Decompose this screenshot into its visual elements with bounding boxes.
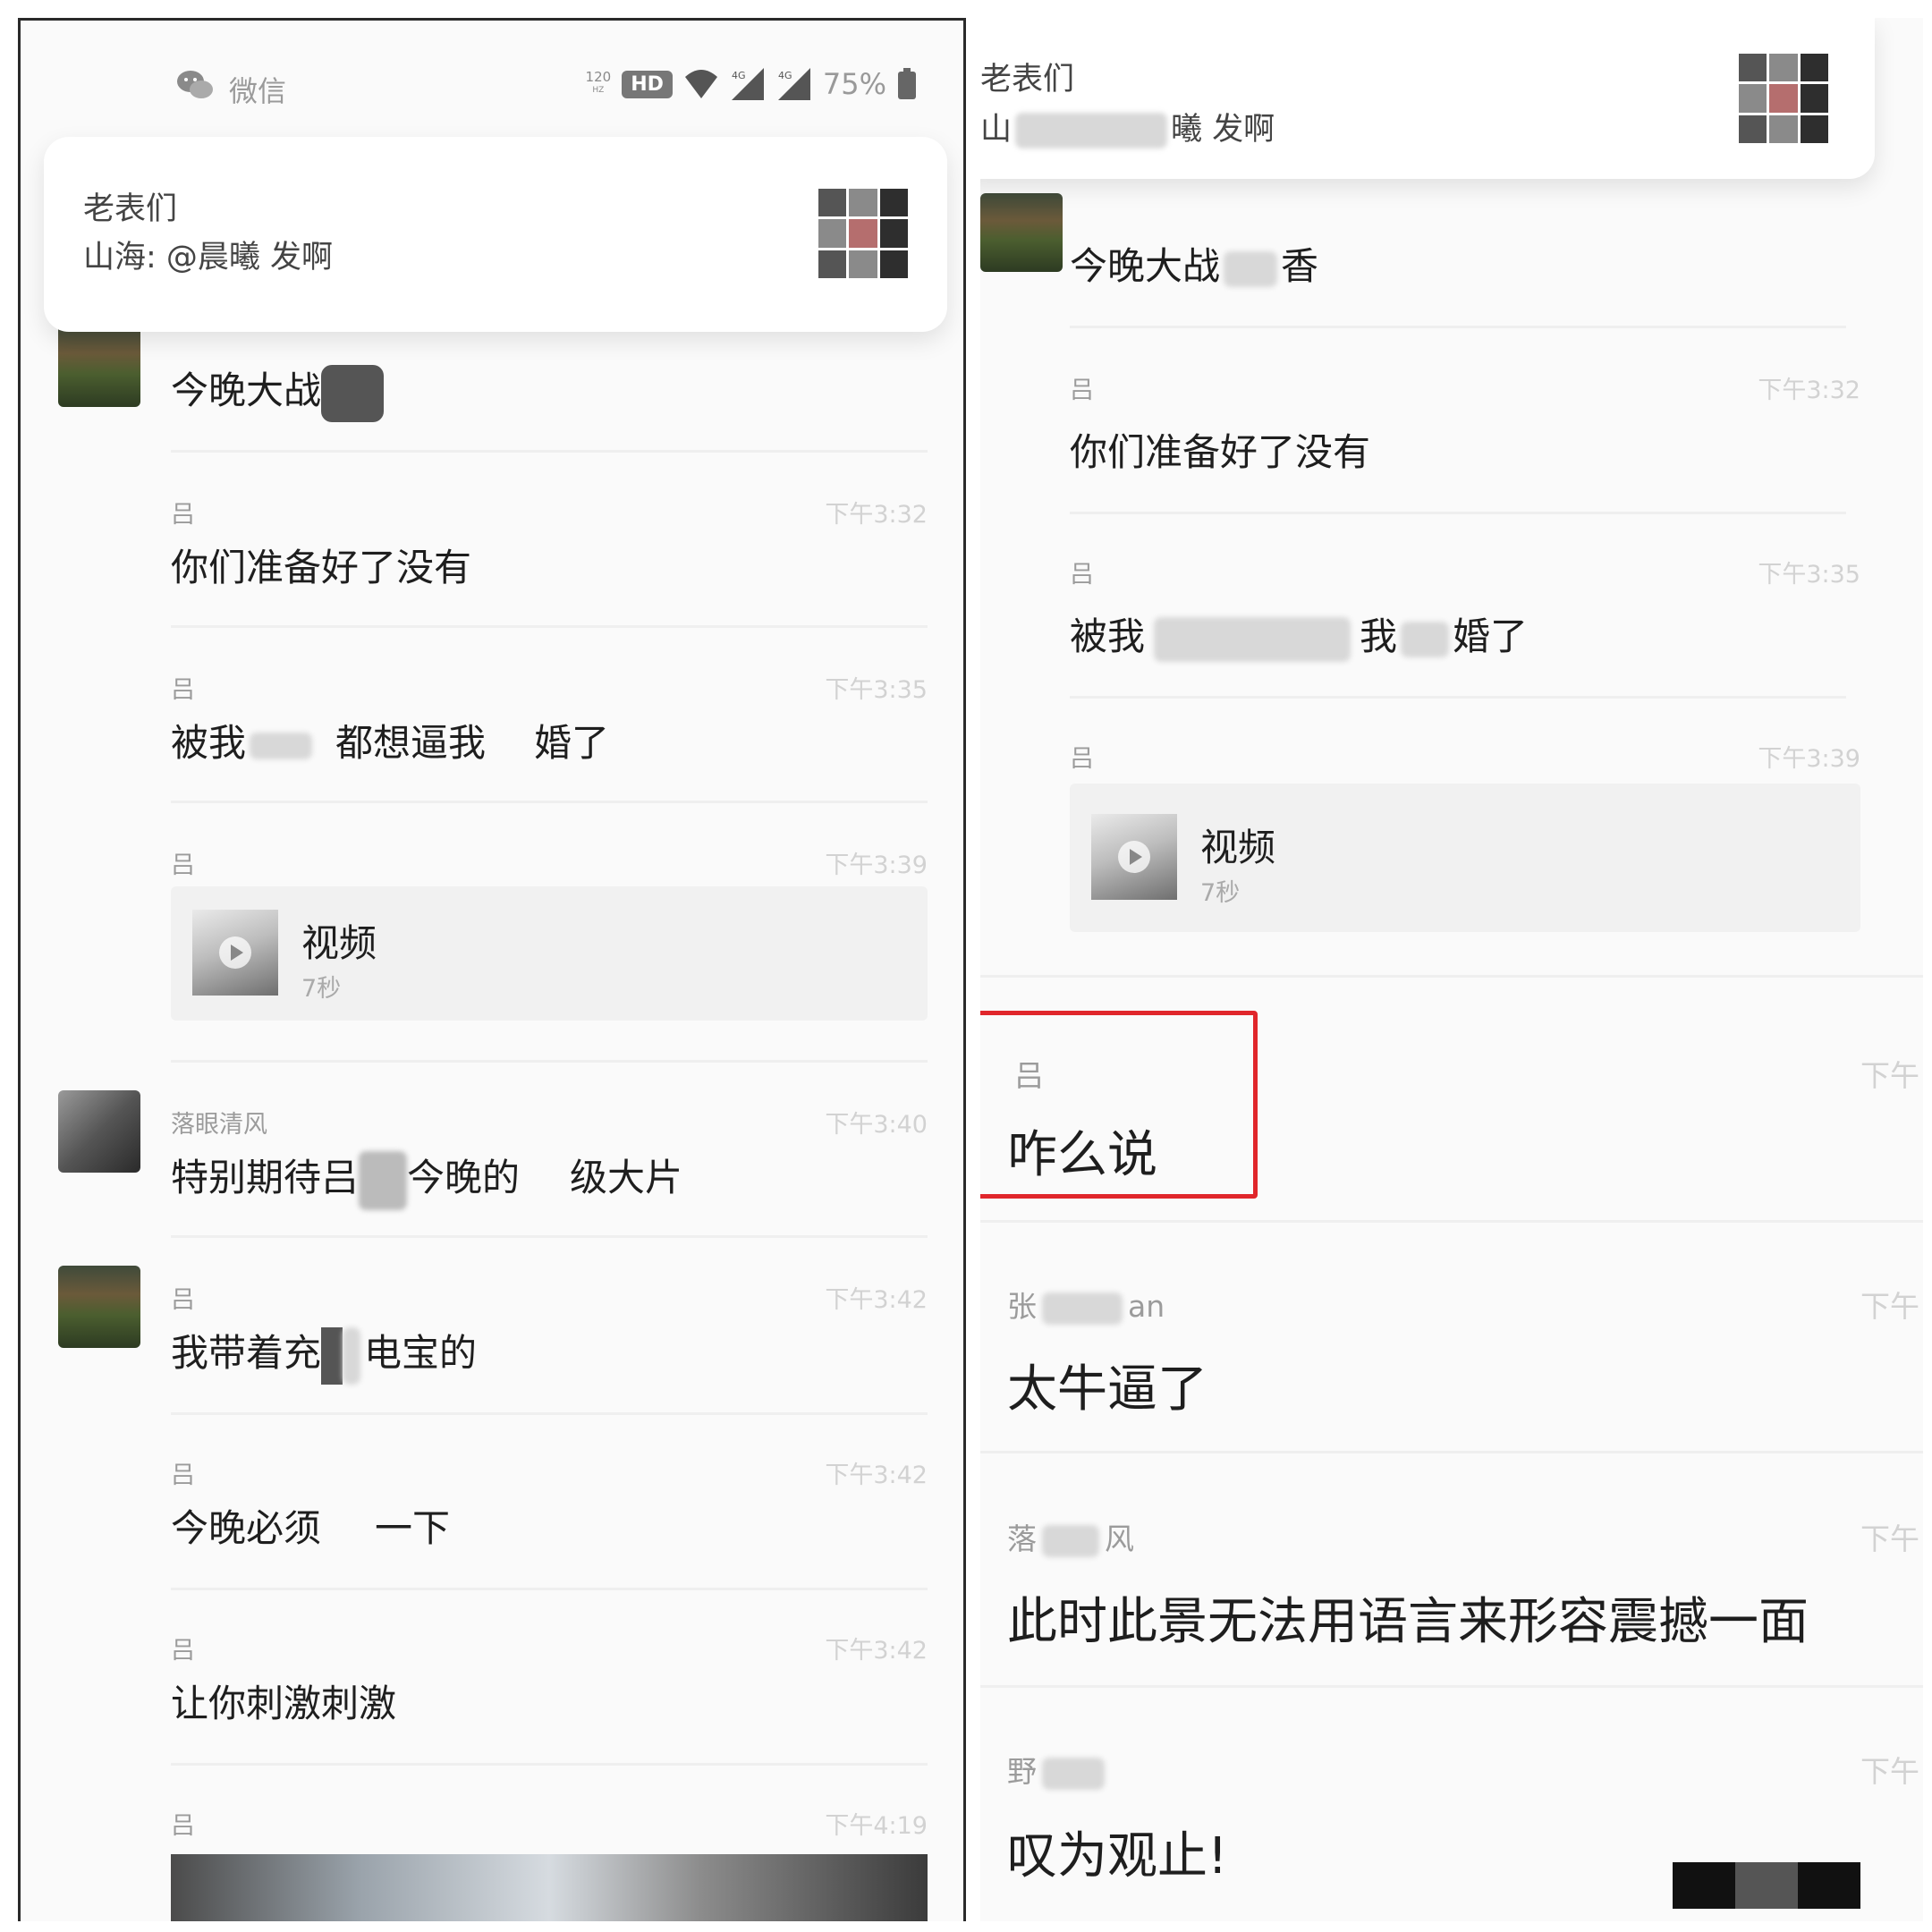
notification-message: 山曦 发啊	[980, 112, 1275, 148]
video-message-card[interactable]: 视频 7秒	[171, 886, 928, 1021]
message-time: 下午	[1860, 1754, 1919, 1789]
divider	[1070, 512, 1846, 514]
redaction	[1224, 250, 1278, 287]
video-label: 视频	[1200, 826, 1276, 869]
divider	[1070, 696, 1846, 699]
message-time: 下午3:32	[825, 501, 928, 529]
watermark-blocks	[1673, 1862, 1860, 1909]
message-time: 下午3:42	[825, 1462, 928, 1489]
redaction	[1015, 113, 1168, 148]
video-thumbnail	[192, 910, 278, 996]
redaction	[1401, 621, 1450, 657]
message-time: 下午	[1860, 1521, 1919, 1556]
notification-title: 老表们	[83, 191, 178, 227]
redaction	[321, 364, 385, 422]
message-time: 下午3:35	[1758, 561, 1860, 589]
video-duration: 7秒	[1200, 879, 1241, 907]
message-time: 下午	[1860, 1058, 1919, 1093]
message-time: 下午3:42	[825, 1286, 928, 1314]
message-text: 我带着充 电宝的	[171, 1323, 477, 1385]
video-message-card[interactable]: 视频 7秒	[1070, 784, 1860, 932]
message-text: 你们准备好了没有	[1070, 430, 1371, 474]
redaction	[1042, 1292, 1123, 1325]
message-time: 下午3:39	[825, 852, 928, 879]
highlight-box	[980, 1011, 1258, 1199]
screenshot-collage: 微信 120 HZ HD 4G 4G 75% 今晚大战 吕 下午3:32 你们准…	[0, 0, 1932, 1932]
divider	[171, 1060, 928, 1063]
notification-title: 老表们	[980, 62, 1075, 97]
divider	[171, 1235, 928, 1238]
divider	[171, 801, 928, 803]
chat-message-list: 今晚大战香 吕 下午3:32 你们准备好了没有 吕 下午3:35 被我我婚了 吕…	[980, 18, 1923, 1921]
video-label: 视频	[301, 921, 377, 965]
message-time: 下午4:19	[825, 1812, 928, 1840]
divider	[171, 1588, 928, 1590]
divider	[171, 1763, 928, 1766]
avatar[interactable]	[58, 1266, 140, 1348]
divider	[980, 1685, 1923, 1688]
message-text: 今晚必须 一下	[171, 1506, 451, 1550]
sender-name: 野	[1007, 1748, 1110, 1791]
sender-name: 落风	[1007, 1521, 1134, 1557]
sender-name: 吕	[1070, 561, 1094, 589]
sender-name: 张 an	[1007, 1289, 1165, 1325]
right-chat-screenshot: 今晚大战香 吕 下午3:32 你们准备好了没有 吕 下午3:35 被我我婚了 吕…	[980, 18, 1923, 1921]
message-text: 特别期待吕 今晚的 级大片	[171, 1148, 682, 1210]
sender-name: 吕	[1070, 377, 1094, 404]
message-notification[interactable]: 老表们 山海: @晨曦 发啊	[44, 137, 947, 332]
message-text: 此时此景无法用语言来形容震撼一面	[1007, 1593, 1809, 1651]
divider	[171, 625, 928, 628]
divider	[171, 1412, 928, 1415]
sender-name: 吕	[171, 1637, 195, 1665]
notification-message: 山海: @晨曦 发啊	[83, 240, 334, 275]
redaction	[250, 732, 313, 759]
divider	[1070, 326, 1846, 328]
group-avatar	[818, 189, 908, 278]
sender-name: 吕	[171, 1462, 195, 1489]
redaction	[1042, 1524, 1099, 1557]
redaction	[343, 1326, 361, 1385]
video-thumbnail	[1091, 814, 1177, 900]
redaction	[359, 1150, 408, 1210]
message-time: 下午3:32	[1758, 377, 1860, 404]
message-time: 下午3:42	[825, 1637, 928, 1665]
sender-name: 吕	[171, 852, 195, 879]
message-text: 太牛逼了	[1007, 1360, 1208, 1419]
divider	[171, 450, 928, 453]
redaction	[321, 1326, 343, 1385]
sender-name: 吕	[171, 1286, 195, 1314]
group-avatar	[1739, 54, 1828, 143]
sender-name: 吕	[171, 1812, 195, 1840]
message-text: 让你刺激刺激	[171, 1682, 397, 1725]
message-text: 叹为观止!	[1007, 1827, 1228, 1885]
message-text: 你们准备好了没有	[171, 546, 472, 589]
message-text: 被我 都想逼我 婚了	[171, 721, 610, 765]
redaction	[1154, 616, 1352, 662]
redaction	[1042, 1757, 1105, 1790]
avatar[interactable]	[58, 1090, 140, 1173]
divider	[980, 1451, 1923, 1453]
play-icon	[219, 936, 251, 969]
message-text: 被我我婚了	[1070, 606, 1528, 662]
divider	[980, 975, 1923, 978]
message-time: 下午3:35	[825, 676, 928, 704]
message-text: 今晚大战香	[1070, 244, 1319, 288]
sender-name: 落眼清风	[171, 1111, 267, 1139]
video-duration: 7秒	[301, 975, 342, 1003]
sender-name: 吕	[171, 676, 195, 704]
message-time: 下午3:40	[825, 1111, 928, 1139]
sender-name: 吕	[171, 501, 195, 529]
left-chat-screenshot: 微信 120 HZ HD 4G 4G 75% 今晚大战 吕 下午3:32 你们准…	[18, 18, 966, 1921]
play-icon	[1118, 841, 1150, 873]
divider	[980, 1220, 1923, 1223]
avatar[interactable]	[58, 325, 140, 407]
message-time: 下午3:39	[1758, 745, 1860, 773]
message-text: 今晚大战	[171, 360, 385, 422]
image-message-preview[interactable]	[171, 1854, 928, 1921]
avatar[interactable]	[980, 193, 1063, 272]
sender-name: 吕	[1070, 745, 1094, 773]
message-time: 下午	[1860, 1289, 1919, 1324]
message-notification[interactable]: 老表们 山曦 发啊	[980, 18, 1875, 179]
